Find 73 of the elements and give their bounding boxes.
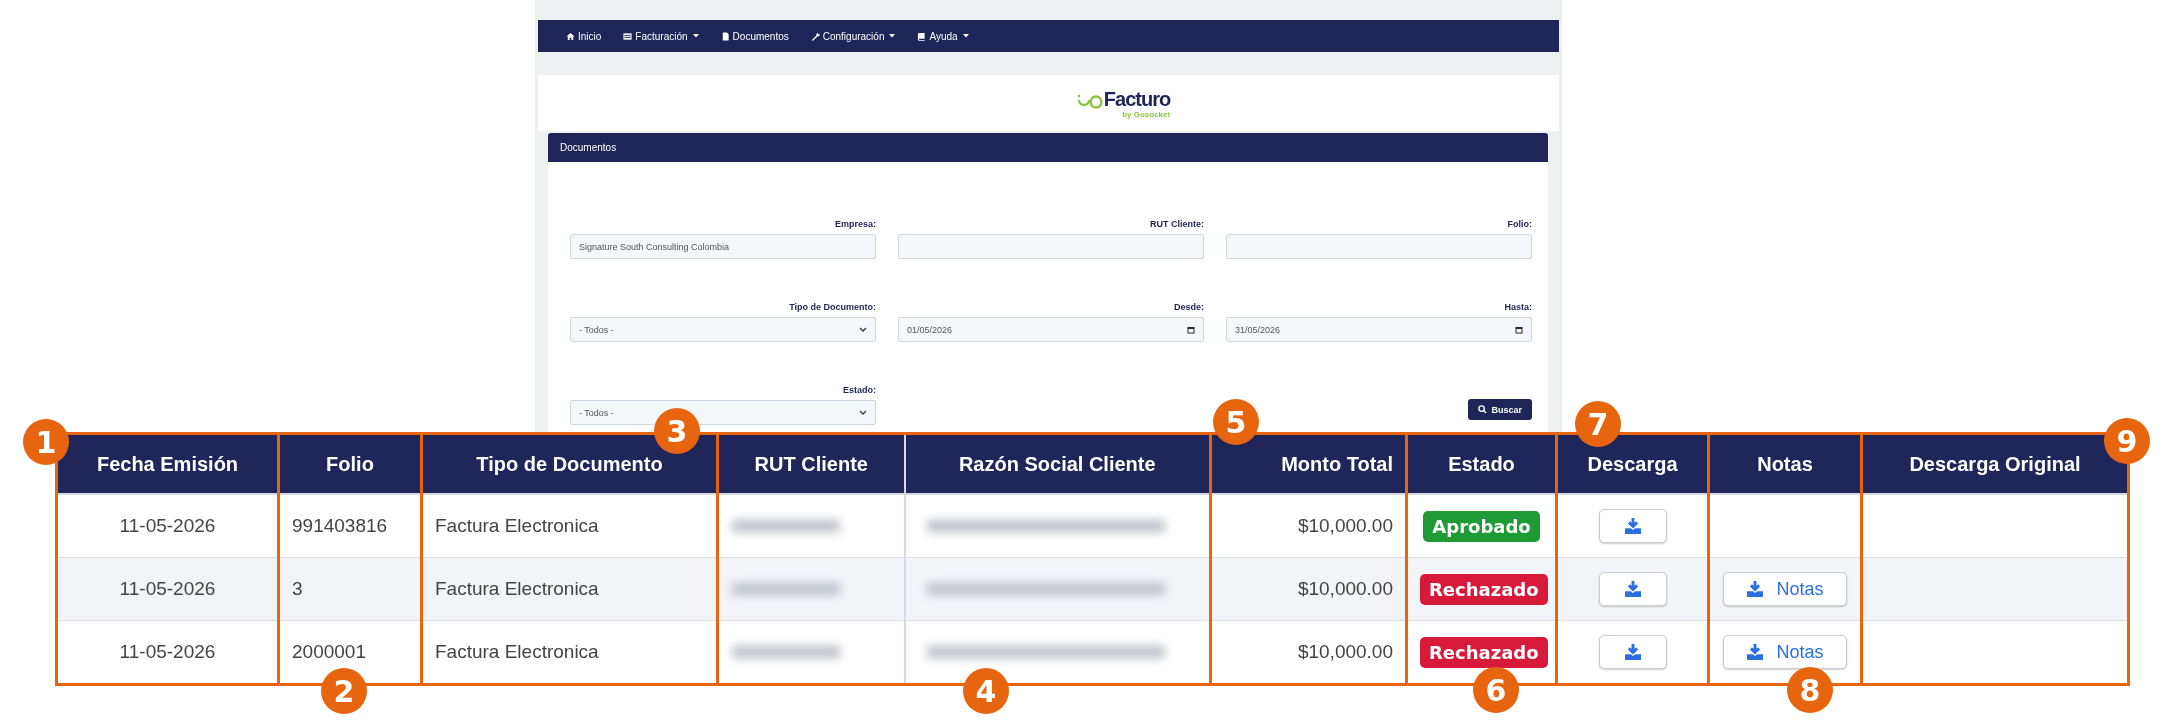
calendar-icon [1515, 325, 1523, 334]
field-label: RUT Cliente: [1150, 219, 1204, 229]
list-icon [623, 31, 633, 41]
column-header: Notas [1708, 433, 1862, 494]
download-icon [1623, 518, 1642, 534]
column-header: Razón Social Cliente [904, 433, 1211, 494]
search-button[interactable]: Buscar [1468, 399, 1532, 420]
nav-link[interactable]: Documentos [720, 30, 789, 42]
caret-icon [962, 34, 969, 38]
table-cell: $10,000.00 [1210, 620, 1407, 685]
number-badge: 8 [1787, 667, 1833, 713]
date-field[interactable]: 01/05/2026 [898, 317, 1204, 342]
notes-button[interactable]: Notas [1723, 635, 1847, 669]
table-cell: 11-05-2026 [56, 620, 279, 685]
panel-title: Documentos [560, 142, 617, 153]
nav-link[interactable]: Configuración [810, 30, 896, 42]
logo-icon [1076, 93, 1103, 110]
logo-text: Facturo [1103, 87, 1171, 110]
table-cell: Factura Electronica [421, 557, 718, 621]
column-header: Folio [278, 433, 422, 494]
field-label: Empresa: [834, 219, 876, 229]
number-badge: 7 [1575, 401, 1621, 447]
table-cell: 3 [278, 557, 422, 621]
nav-link[interactable]: Facturación [623, 30, 699, 42]
select-field[interactable]: - Todos - [570, 317, 876, 342]
logo-tagline: by Gosocket [1122, 109, 1171, 119]
column-header: Estado [1406, 433, 1557, 494]
wrench-icon [810, 31, 820, 41]
field-label: Estado: [843, 385, 876, 395]
document-icon [720, 31, 730, 41]
number-badge: 6 [1473, 667, 1519, 713]
download-icon [1623, 581, 1642, 597]
download-icon [1623, 644, 1642, 660]
field-label: Hasta: [1504, 302, 1532, 312]
chevron-down-icon [859, 327, 867, 332]
text-field[interactable]: Signature South Consulting Colombia [570, 234, 876, 259]
status-badge: Rechazado [1420, 636, 1548, 668]
notes-button[interactable]: Notas [1723, 572, 1847, 606]
download-button[interactable] [1598, 509, 1667, 543]
table-cell: 11-05-2026 [56, 494, 279, 558]
status-badge: Rechazado [1420, 573, 1548, 605]
table-cell: $10,000.00 [1210, 557, 1407, 621]
nav-link[interactable]: Inicio [566, 30, 602, 42]
field-label: Tipo de Documento: [789, 302, 876, 312]
field-label: Desde: [1174, 302, 1204, 312]
table-cell: 991403816 [278, 494, 422, 558]
table-cell: 11-05-2026 [56, 557, 279, 621]
text-field[interactable] [1226, 234, 1532, 259]
download-button[interactable] [1598, 635, 1667, 669]
caret-icon [692, 34, 699, 38]
nav-link[interactable]: Ayuda [917, 30, 969, 42]
number-badge: 1 [23, 419, 69, 465]
number-badge: 4 [963, 668, 1009, 714]
table-cell: Factura Electronica [421, 494, 718, 558]
download-icon [1746, 581, 1765, 597]
date-field[interactable]: 31/05/2026 [1226, 317, 1532, 342]
caret-icon [889, 34, 896, 38]
download-button[interactable] [1598, 572, 1667, 606]
home-icon [566, 31, 575, 41]
column-header: Monto Total [1210, 433, 1407, 494]
search-icon [1478, 405, 1488, 414]
status-badge: Aprobado [1423, 510, 1540, 542]
text-field[interactable] [898, 234, 1204, 259]
download-icon [1746, 644, 1765, 660]
table-cell: $10,000.00 [1210, 494, 1407, 558]
column-header: Fecha Emisión [56, 433, 279, 494]
calendar-icon [1187, 325, 1195, 334]
chevron-down-icon [859, 410, 867, 415]
number-badge: 9 [2104, 418, 2150, 464]
column-header: RUT Cliente [717, 433, 905, 494]
book-icon [917, 31, 927, 41]
field-label: Folio: [1507, 219, 1532, 229]
table-cell: Factura Electronica [421, 620, 718, 685]
